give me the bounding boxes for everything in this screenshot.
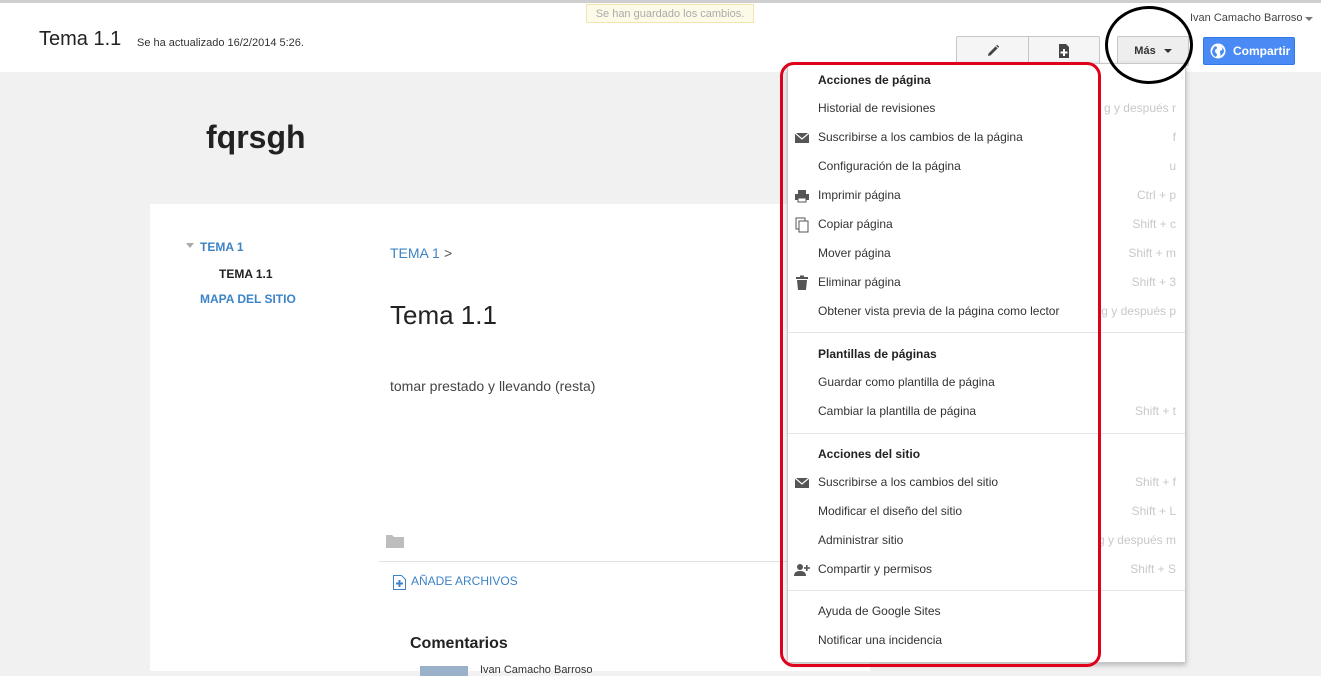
nav-item-tema-1-1[interactable]: TEMA 1.1 — [219, 267, 273, 281]
add-file-icon[interactable] — [393, 575, 406, 590]
menu-item-shortcut: g y después p — [1101, 304, 1176, 318]
comments-heading: Comentarios — [410, 635, 508, 652]
nav-item-sitemap[interactable]: MAPA DEL SITIO — [200, 292, 296, 306]
breadcrumb-separator: > — [444, 245, 453, 261]
folder-icon — [386, 535, 404, 548]
menu-item-shortcut: Shift + L — [1131, 504, 1176, 518]
saved-notification: Se han guardado los cambios. — [586, 4, 754, 23]
menu-item-shortcut: Shift + 3 — [1131, 275, 1176, 289]
collapse-caret-icon[interactable] — [186, 243, 194, 248]
avatar — [420, 666, 468, 676]
share-button-label: Compartir — [1233, 44, 1291, 58]
menu-item-shortcut: u — [1169, 159, 1176, 173]
new-page-icon — [1059, 44, 1069, 58]
chevron-down-icon[interactable] — [1305, 17, 1313, 21]
menu-item-shortcut: Shift + S — [1130, 562, 1176, 576]
comment-author: Ivan Camacho Barroso — [480, 664, 593, 676]
breadcrumb-link[interactable]: TEMA 1 — [390, 245, 440, 261]
last-updated: Se ha actualizado 16/2/2014 5:26. — [137, 37, 304, 49]
site-name[interactable]: fqrsgh — [206, 119, 306, 156]
page-title: Tema 1.1 — [39, 28, 122, 50]
menu-item-shortcut: Shift + m — [1128, 246, 1176, 260]
menu-item-shortcut: g y después r — [1103, 101, 1176, 115]
highlight-rectangle — [780, 62, 1101, 667]
content-title: Tema 1.1 — [390, 300, 497, 330]
add-files-link[interactable]: AÑADE ARCHIVOS — [411, 574, 518, 588]
nav-item-tema-1[interactable]: TEMA 1 — [200, 240, 244, 254]
attachments-divider — [379, 561, 799, 562]
menu-item-shortcut: g y después m — [1097, 533, 1176, 547]
menu-item-shortcut: Shift + f — [1134, 475, 1176, 489]
menu-item-shortcut: Ctrl + p — [1136, 188, 1176, 202]
pencil-icon — [987, 44, 999, 56]
share-button[interactable]: Compartir — [1203, 37, 1295, 65]
globe-icon — [1210, 43, 1226, 59]
highlight-ellipse — [1105, 6, 1193, 84]
menu-item-shortcut: Shift + c — [1132, 217, 1176, 231]
menu-item-shortcut: Shift + t — [1134, 404, 1176, 418]
user-menu[interactable]: Ivan Camacho Barroso — [1190, 12, 1303, 24]
menu-item-shortcut: f — [1172, 130, 1176, 144]
content-text: tomar prestado y llevando (resta) — [390, 378, 596, 394]
